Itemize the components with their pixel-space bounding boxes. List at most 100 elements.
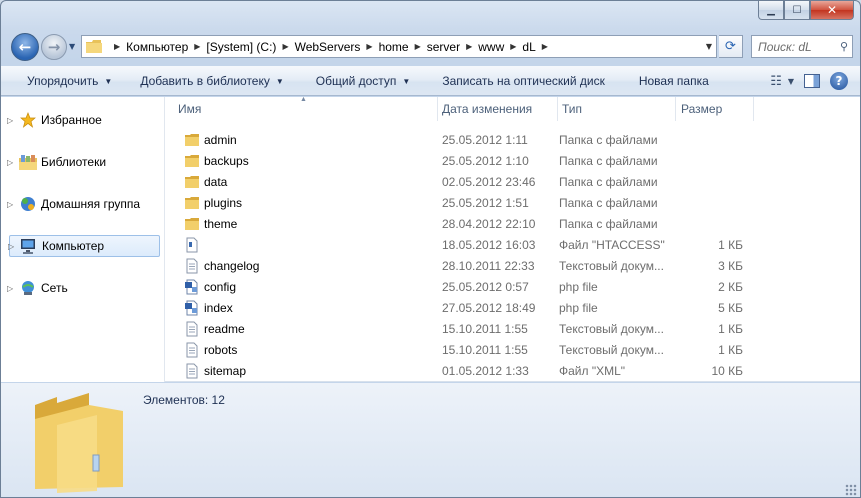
breadcrumb-item[interactable]: home ▶ [379,40,427,54]
preview-pane-button[interactable] [804,74,820,88]
help-button[interactable]: ? [830,72,848,90]
file-date: 25.05.2012 1:11 [442,132,528,147]
breadcrumb-item[interactable]: server ▶ [427,40,479,54]
breadcrumb-item[interactable]: [System] (C:) ▶ [206,40,294,54]
file-type: Папка с файлами [559,216,658,231]
table-row[interactable]: sitemap 01.05.2012 1:33 Файл "XML" 10 КБ [166,360,860,381]
network-icon [19,280,37,296]
minimize-button[interactable]: ▁ [758,1,784,20]
file-size: 5 КБ [718,300,743,315]
file-date: 02.05.2012 23:46 [442,174,536,189]
caption-buttons: ▁ ☐ ✕ [758,1,854,21]
expand-icon[interactable]: ▷ [7,284,13,293]
file-type: Папка с файлами [559,195,658,210]
maximize-button[interactable]: ☐ [784,1,810,20]
file-type: Файл "HTACCESS" [559,237,665,252]
back-button[interactable]: ← [11,33,39,61]
nav-item-network[interactable]: ▷ Сеть [1,277,164,299]
file-date: 18.05.2012 16:03 [442,237,536,252]
file-size: 1 КБ [718,321,743,336]
file-date: 15.10.2011 1:55 [442,342,528,357]
text-file-icon [186,321,198,336]
share-button[interactable]: Общий доступ ▼ [298,74,425,88]
table-row[interactable]: readme 15.10.2011 1:55 Текстовый докум... 1… [166,318,860,339]
new-folder-button[interactable]: Новая папка [619,74,723,88]
breadcrumb: ▶ Компьютер ▶ [System] (C:) ▶ WebServers ▶ … [108,40,554,54]
nav-item-libraries[interactable]: ▷ Библиотеки [1,151,164,173]
breadcrumb-item[interactable]: Компьютер ▶ [126,40,206,54]
help-icon: ? [835,74,843,88]
file-name: plugins [204,195,243,210]
column-header-date[interactable]: Дата изменения [438,97,558,121]
file-date: 01.05.2012 1:33 [442,363,529,378]
file-type: Папка с файлами [559,153,658,168]
recent-pages-dropdown[interactable]: ▼ [69,42,75,51]
expand-icon[interactable]: ▷ [7,200,13,209]
refresh-button[interactable]: ⟳ [719,35,743,58]
navigation-bar: ← → ▼ ▶ Компьютер ▶ [System] (C:) ▶ WebSer… [9,31,853,63]
column-header-name[interactable]: Имя [166,97,438,121]
generic-file-icon [186,237,198,252]
close-icon: ✕ [826,3,838,17]
expand-icon[interactable]: ▷ [8,242,14,251]
php-file-icon [185,279,198,294]
breadcrumb-item[interactable]: WebServers ▶ [295,40,379,54]
minimize-icon: ▁ [767,4,775,16]
file-size: 3 КБ [718,258,743,273]
expand-icon[interactable]: ▷ [7,116,13,125]
file-list-pane: ▲ Имя Дата изменения Тип Размер admin 25.… [166,96,860,382]
file-name: sitemap [204,363,247,378]
breadcrumb-item[interactable]: dL ▶ [522,40,554,54]
item-count: Элементов: 12 [143,393,225,407]
arrow-left-icon: ← [18,38,32,56]
file-name: robots [204,342,238,357]
table-row[interactable]: admin 25.05.2012 1:11 Папка с файлами [166,129,860,150]
organize-button[interactable]: Упорядочить ▼ [1,74,126,88]
file-name: theme [204,216,238,231]
table-row[interactable]: theme 28.04.2012 22:10 Папка с файлами [166,213,860,234]
file-type: Файл "XML" [559,363,626,378]
resize-grip[interactable] [845,484,857,496]
chevron-down-icon: ▼ [787,76,794,86]
address-dropdown[interactable]: ▼ [706,42,712,51]
table-row[interactable]: data 02.05.2012 23:46 Папка с файлами [166,171,860,192]
search-icon: ⚲ [839,41,848,53]
view-list-icon: ☷ [770,73,782,89]
file-date: 25.05.2012 1:51 [442,195,529,210]
table-row[interactable]: 18.05.2012 16:03 Файл "HTACCESS" 1 КБ [166,234,860,255]
file-date: 25.05.2012 1:10 [442,153,529,168]
close-button[interactable]: ✕ [810,1,854,20]
file-type: php file [559,279,598,294]
nav-item-favorites[interactable]: ▷ Избранное [1,109,164,131]
expand-icon[interactable]: ▷ [7,158,13,167]
table-row[interactable]: index 27.05.2012 18:49 php file 5 КБ [166,297,860,318]
chevron-down-icon: ▼ [104,76,113,86]
forward-button[interactable]: → [41,34,67,60]
table-row[interactable]: plugins 25.05.2012 1:51 Папка с файлами [166,192,860,213]
add-to-library-button[interactable]: Добавить в библиотеку ▼ [126,74,297,88]
table-row[interactable]: config 25.05.2012 0:57 php file 2 КБ [166,276,860,297]
address-bar[interactable]: ▶ Компьютер ▶ [System] (C:) ▶ WebServers ▶ … [81,35,717,58]
file-type: Папка с файлами [559,174,658,189]
file-name: readme [204,321,245,336]
table-row[interactable]: changelog 28.10.2011 22:33 Текстовый докум… [166,255,860,276]
file-name: backups [204,153,249,168]
column-headers: ▲ Имя Дата изменения Тип Размер [166,96,860,121]
column-header-size[interactable]: Размер [676,97,754,121]
nav-item-homegroup[interactable]: ▷ Домашняя группа [1,193,164,215]
refresh-icon: ⟳ [725,39,736,54]
search-input[interactable]: Поиск: dL ⚲ [751,35,853,58]
file-size: 2 КБ [718,279,743,294]
chevron-down-icon: ▼ [402,76,411,86]
column-header-type[interactable]: Тип [558,97,676,121]
nav-item-computer[interactable]: ▷ Компьютер [8,235,160,257]
file-type: php file [559,300,598,315]
change-view-button[interactable]: ☷ ▼ [770,74,794,89]
breadcrumb-separator[interactable]: ▶ [108,42,126,51]
main-area: ▷ Избранное ▷ Библиотеки ▷ Домашняя груп… [1,96,860,382]
table-row[interactable]: backups 25.05.2012 1:10 Папка с файлами [166,150,860,171]
table-row[interactable]: robots 15.10.2011 1:55 Текстовый докум... 1… [166,339,860,360]
breadcrumb-item[interactable]: www ▶ [478,40,522,54]
file-name: admin [204,132,237,147]
burn-button[interactable]: Записать на оптический диск [424,74,619,88]
